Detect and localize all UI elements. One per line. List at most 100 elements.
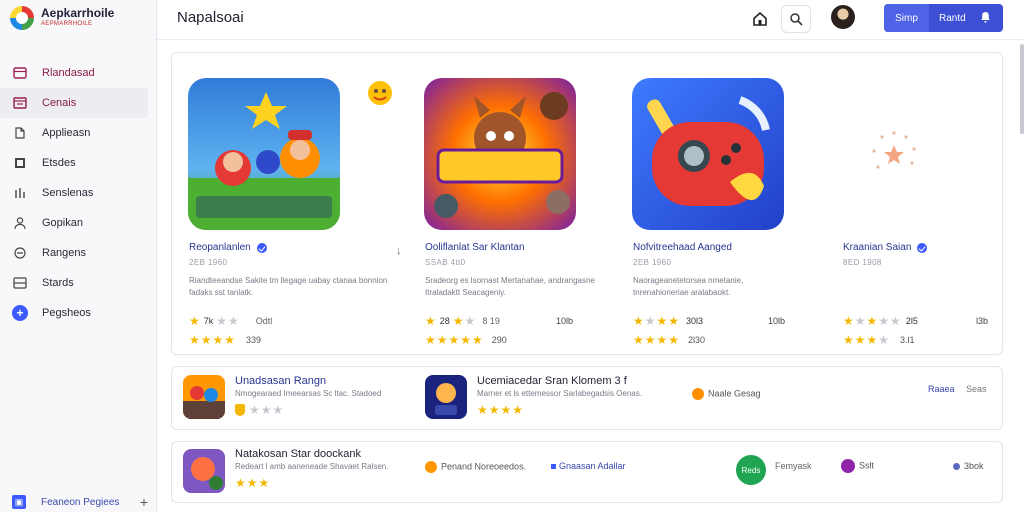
verified-icon: [917, 242, 928, 253]
app-thumbnail[interactable]: [183, 449, 225, 493]
app-name[interactable]: Nofvitreehaad Aanged: [633, 242, 732, 253]
add-icon: +: [12, 305, 28, 321]
sidebar-item-senslenas[interactable]: Senslenas: [0, 178, 148, 208]
meta-chip[interactable]: Sslt: [841, 459, 874, 473]
dot-icon: [953, 463, 960, 471]
brand[interactable]: Aepkarrhoile AEPMARRHOILE: [10, 6, 114, 30]
app-name[interactable]: Reopanlanlen: [189, 242, 267, 253]
star-off-icon: ★: [644, 314, 657, 328]
chip-icon: [551, 464, 556, 470]
rating-count: 2l30: [688, 335, 706, 345]
rating-row: ★ ★ ★ ★★ 2l5: [843, 314, 918, 328]
scrollbar[interactable]: [1020, 44, 1024, 134]
star-rating-icon: ★: [452, 314, 465, 328]
chip-button[interactable]: Penand Noreoeedos.: [425, 461, 526, 473]
star-rating-icon: ★: [866, 314, 879, 328]
download-icon[interactable]: ↓: [396, 245, 402, 257]
rating-value: 2l5: [905, 316, 918, 326]
app-title[interactable]: Ucemiacedar Sran Klomem 3 f: [477, 375, 627, 387]
app-thumbnail[interactable]: [632, 78, 784, 230]
sidebar-item-gopikan[interactable]: Gopikan: [0, 208, 148, 238]
featured-apps: Reopanlanlen 2EB 1960 Riandteeandse Saki…: [171, 52, 1003, 355]
app-meta: 2EB 1960: [633, 258, 672, 267]
app-title[interactable]: Unadsasan Rangn: [235, 375, 326, 387]
app-thumbnail[interactable]: [425, 375, 467, 419]
star-rating-icon: ★★★: [843, 333, 879, 347]
star-rating-icon: ★★★★: [189, 333, 237, 347]
sidebar-item-rangens[interactable]: Rangens: [0, 238, 148, 268]
rating-stars: ★★★: [235, 403, 284, 417]
sidebar-item-label: Cenais: [42, 97, 77, 109]
see-link[interactable]: Seas: [966, 384, 987, 394]
star-off-icon: ★★: [216, 314, 240, 328]
refresh-icon: [12, 245, 28, 261]
sidebar-item-label: Etsdes: [42, 157, 76, 169]
rating-extra: Odtl: [255, 316, 273, 326]
rating-row: ★★★ ★ 3.l1: [843, 333, 915, 347]
home-button[interactable]: [749, 8, 771, 30]
home-icon: [753, 12, 767, 26]
featured-card[interactable]: Reopanlanlen 2EB 1960 Riandteeandse Saki…: [172, 53, 402, 353]
star-off-icon: ★★: [878, 314, 902, 328]
search-button[interactable]: [781, 5, 811, 33]
sidebar-item-label: Stards: [42, 277, 74, 289]
rating-row: ★ ★ ★★ 30l3: [633, 314, 703, 328]
rating-extra: 8 19: [482, 316, 500, 326]
pages-icon: ▣: [12, 495, 26, 509]
sidebar-item-pegsheos[interactable]: + Pegsheos: [0, 298, 148, 328]
app-name[interactable]: Ooliflanlat Sar Klantan: [425, 242, 525, 253]
meta-label: Femyask: [775, 461, 812, 471]
sidebar-footer[interactable]: ▣ Feaneon Pegiees +: [12, 494, 148, 510]
book-icon: [12, 155, 28, 171]
sidebar-item-dashboard[interactable]: Rlandasad: [0, 58, 148, 88]
app-window: Aepkarrhoile AEPMARRHOILE Rlandasad Cena…: [0, 0, 1024, 512]
sidebar-item-label: Pegsheos: [42, 307, 91, 319]
app-list-row: Unadsasan Rangn Nmogearaed Imeearsas Sc …: [171, 366, 1003, 430]
star-rating-icon: ★: [425, 314, 437, 328]
view-link[interactable]: Raaea: [928, 384, 955, 394]
footer-add-button[interactable]: +: [140, 494, 148, 510]
folder-icon: [12, 95, 28, 111]
primary-button[interactable]: Simp: [884, 4, 929, 32]
app-name: Aepkarrhoile: [41, 6, 115, 20]
featured-card[interactable]: Kraanian Saian 8ED 1908 ★ ★ ★ ★★ 2l5 ★★★…: [826, 53, 1002, 353]
app-thumbnail[interactable]: [424, 78, 576, 230]
featured-card[interactable]: Ooliflanlat Sar Klantan SSAB 4tt0 Sradeo…: [408, 53, 618, 353]
app-thumbnail[interactable]: [188, 78, 340, 230]
sidebar-item-stards[interactable]: Stards: [0, 268, 148, 298]
app-description: Sradeorg es lsornast Mertanahae, andrang…: [425, 276, 595, 297]
secondary-button-label: Rantd: [939, 12, 966, 24]
featured-card[interactable]: Nofvitreehaad Aanged 2EB 1960 Naorageane…: [616, 53, 826, 353]
sidebar-nav: Rlandasad Cenais Applieasn Etsdes Sensle…: [0, 58, 156, 328]
install-count: 10lb: [556, 316, 574, 326]
page-title: Napalsoai: [177, 9, 244, 26]
app-list-row: Natakosan Star doockank Redeart l amb aa…: [171, 441, 1003, 503]
search-icon: [790, 13, 803, 26]
action-button-group: Simp Rantd: [884, 4, 1003, 32]
bars-icon: [12, 185, 28, 201]
sidebar-item-cenais[interactable]: Cenais: [0, 88, 148, 118]
secondary-button[interactable]: Rantd: [929, 4, 1003, 32]
rating-count: 290: [491, 335, 507, 345]
status-badge[interactable]: Reds: [736, 455, 766, 485]
app-meta: 8ED 1908: [843, 258, 882, 267]
sidebar-item-label: Applieasn: [42, 127, 91, 139]
app-meta: 2EB 1960: [189, 258, 228, 267]
sidebar-item-applieasn[interactable]: Applieasn: [0, 118, 148, 148]
app-title[interactable]: Natakosan Star doockank: [235, 448, 361, 460]
chip-button[interactable]: Gnaasan Adallar: [551, 461, 626, 471]
sidebar-item-etsdes[interactable]: Etsdes: [0, 148, 148, 178]
star-rating-icon: ★★★★: [477, 403, 525, 417]
app-description: Naorageanetetorsea nmetanie, tnrenahione…: [633, 276, 744, 297]
app-name[interactable]: Kraanian Saian: [843, 242, 928, 253]
app-thumbnail[interactable]: [183, 375, 225, 419]
app-description: Nmogearaed Imeearsas Sc ltac. Stadoed: [235, 389, 382, 398]
sidebar-item-label: Rangens: [42, 247, 87, 259]
star-off-icon: ★: [878, 333, 891, 347]
star-rating-icon: ★: [843, 314, 855, 328]
tag-icon: [692, 388, 704, 400]
avatar[interactable]: [831, 5, 855, 29]
tag-chip[interactable]: Naale Gesag: [692, 388, 761, 400]
app-subtitle: AEPMARRHOILE: [41, 21, 93, 27]
meta-chip[interactable]: 3bok: [953, 461, 984, 471]
